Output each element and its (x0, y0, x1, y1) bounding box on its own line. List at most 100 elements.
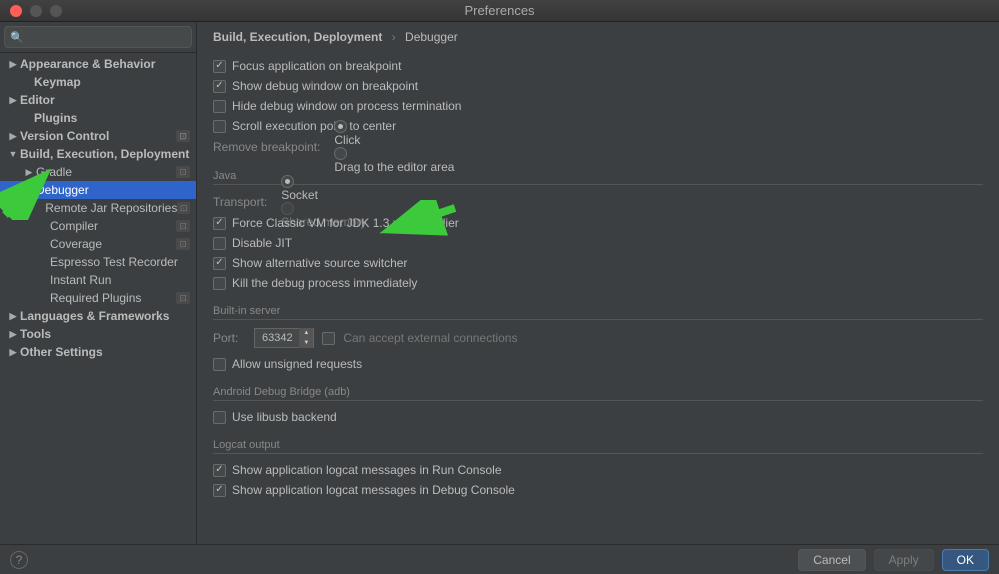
java-check-checkbox[interactable] (213, 257, 226, 270)
sidebar-item-label: Editor (20, 93, 55, 107)
close-window-button[interactable] (10, 5, 22, 17)
tree-arrow-icon: ▶ (6, 95, 20, 106)
logcat-check-checkbox[interactable] (213, 484, 226, 497)
sidebar-item-label: Gradle (36, 165, 72, 179)
sidebar-item-label: Remote Jar Repositories (45, 201, 177, 215)
libusb-label: Use libusb backend (232, 410, 337, 424)
main-area: 🔍 ▶Appearance & BehaviorKeymap▶EditorPlu… (0, 22, 999, 544)
logcat-check-row: Show application logcat messages in Run … (213, 460, 983, 480)
tree-arrow-icon: ▶ (6, 131, 20, 142)
cancel-button[interactable]: Cancel (798, 549, 865, 571)
java-check-checkbox[interactable] (213, 277, 226, 290)
traffic-lights (0, 5, 62, 17)
general-check-label: Hide debug window on process termination (232, 99, 461, 113)
sidebar-item-label: Debugger (36, 183, 89, 197)
sidebar-item-espresso-test-recorder[interactable]: Espresso Test Recorder (0, 253, 196, 271)
remove-breakpoint-radio[interactable] (334, 147, 347, 160)
general-check-checkbox[interactable] (213, 100, 226, 113)
sidebar-item-label: Required Plugins (50, 291, 141, 305)
sidebar-item-label: Appearance & Behavior (20, 57, 155, 71)
transport-radio[interactable] (281, 175, 294, 188)
sidebar-item-required-plugins[interactable]: Required Plugins⊡ (0, 289, 196, 307)
sidebar-item-plugins[interactable]: Plugins (0, 109, 196, 127)
project-scope-icon: ⊡ (177, 202, 190, 214)
ok-button[interactable]: OK (942, 549, 989, 571)
port-spinner[interactable]: 63342 ▲ ▼ (254, 328, 314, 348)
sidebar-item-label: Tools (20, 327, 51, 341)
maximize-window-button[interactable] (50, 5, 62, 17)
external-connections-checkbox[interactable] (322, 332, 335, 345)
libusb-checkbox[interactable] (213, 411, 226, 424)
sidebar-item-label: Other Settings (20, 345, 103, 359)
sidebar-item-label: Build, Execution, Deployment (20, 147, 189, 161)
java-check-checkbox[interactable] (213, 237, 226, 250)
transport-row: Transport: SocketShared memory (213, 191, 983, 213)
sidebar-item-other-settings[interactable]: ▶Other Settings (0, 343, 196, 361)
logcat-section-title: Logcat output (213, 439, 983, 454)
remove-breakpoint-label: Remove breakpoint: (213, 140, 320, 154)
java-check-label: Disable JIT (232, 236, 292, 250)
tree-arrow-icon: ▶ (22, 167, 36, 178)
java-check-checkbox[interactable] (213, 217, 226, 230)
port-value: 63342 (255, 332, 299, 344)
breadcrumb-sep: › (392, 30, 396, 44)
search-input[interactable] (4, 26, 192, 48)
sidebar-item-label: Plugins (34, 111, 77, 125)
sidebar-item-instant-run[interactable]: Instant Run (0, 271, 196, 289)
project-scope-icon: ⊡ (176, 220, 190, 232)
sidebar-item-label: Compiler (50, 219, 98, 233)
logcat-check-label: Show application logcat messages in Run … (232, 463, 502, 477)
sidebar-item-coverage[interactable]: Coverage⊡ (0, 235, 196, 253)
tree-arrow-icon: ▶ (6, 59, 20, 70)
logcat-check-checkbox[interactable] (213, 464, 226, 477)
sidebar-item-languages-frameworks[interactable]: ▶Languages & Frameworks (0, 307, 196, 325)
help-button[interactable]: ? (10, 551, 28, 569)
tree-arrow-icon: ▶ (6, 311, 20, 322)
sidebar-item-remote-jar-repositories[interactable]: Remote Jar Repositories⊡ (0, 199, 196, 217)
settings-tree: ▶Appearance & BehaviorKeymap▶EditorPlugi… (0, 53, 196, 544)
sidebar: 🔍 ▶Appearance & BehaviorKeymap▶EditorPlu… (0, 22, 197, 544)
allow-unsigned-checkbox[interactable] (213, 358, 226, 371)
transport-label: Transport: (213, 195, 267, 209)
general-check-row: Scroll execution point to center (213, 116, 983, 136)
sidebar-item-label: Languages & Frameworks (20, 309, 169, 323)
sidebar-item-label: Instant Run (50, 273, 111, 287)
java-check-label: Show alternative source switcher (232, 256, 407, 270)
tree-arrow-icon: ▶ (22, 185, 36, 196)
breadcrumb: Build, Execution, Deployment › Debugger (213, 30, 983, 44)
sidebar-item-tools[interactable]: ▶Tools (0, 325, 196, 343)
sidebar-item-compiler[interactable]: Compiler ⊡ (0, 217, 196, 235)
port-down-button[interactable]: ▼ (299, 338, 313, 348)
sidebar-item-keymap[interactable]: Keymap (0, 73, 196, 91)
minimize-window-button[interactable] (30, 5, 42, 17)
java-check-label: Force Classic VM for JDK 1.3.x and earli… (232, 216, 459, 230)
sidebar-item-editor[interactable]: ▶Editor (0, 91, 196, 109)
sidebar-item-debugger[interactable]: ▶Debugger (0, 181, 196, 199)
remove-breakpoint-row: Remove breakpoint: ClickDrag to the edit… (213, 136, 983, 158)
general-check-checkbox[interactable] (213, 120, 226, 133)
port-label: Port: (213, 331, 238, 345)
adb-section-title: Android Debug Bridge (adb) (213, 386, 983, 401)
apply-button[interactable]: Apply (874, 549, 934, 571)
search-wrap: 🔍 (0, 22, 196, 53)
search-icon: 🔍 (10, 31, 24, 44)
java-check-row: Disable JIT (213, 233, 983, 253)
sidebar-item-gradle[interactable]: ▶Gradle ⊡ (0, 163, 196, 181)
java-check-row: Show alternative source switcher (213, 253, 983, 273)
logcat-check-row: Show application logcat messages in Debu… (213, 480, 983, 500)
java-check-row: Kill the debug process immediately (213, 273, 983, 293)
java-check-label: Kill the debug process immediately (232, 276, 417, 290)
project-scope-icon: ⊡ (176, 130, 190, 142)
general-check-checkbox[interactable] (213, 60, 226, 73)
port-up-button[interactable]: ▲ (299, 328, 313, 338)
sidebar-item-label: Version Control (20, 129, 109, 143)
sidebar-item-appearance-behavior[interactable]: ▶Appearance & Behavior (0, 55, 196, 73)
general-check-checkbox[interactable] (213, 80, 226, 93)
remove-breakpoint-radio[interactable] (334, 120, 347, 133)
sidebar-item-build-execution-deployment[interactable]: ▼Build, Execution, Deployment (0, 145, 196, 163)
sidebar-item-version-control[interactable]: ▶Version Control ⊡ (0, 127, 196, 145)
transport-radio (281, 202, 294, 215)
sidebar-item-label: Espresso Test Recorder (50, 255, 178, 269)
project-scope-icon: ⊡ (176, 166, 190, 178)
window-title: Preferences (464, 3, 534, 18)
